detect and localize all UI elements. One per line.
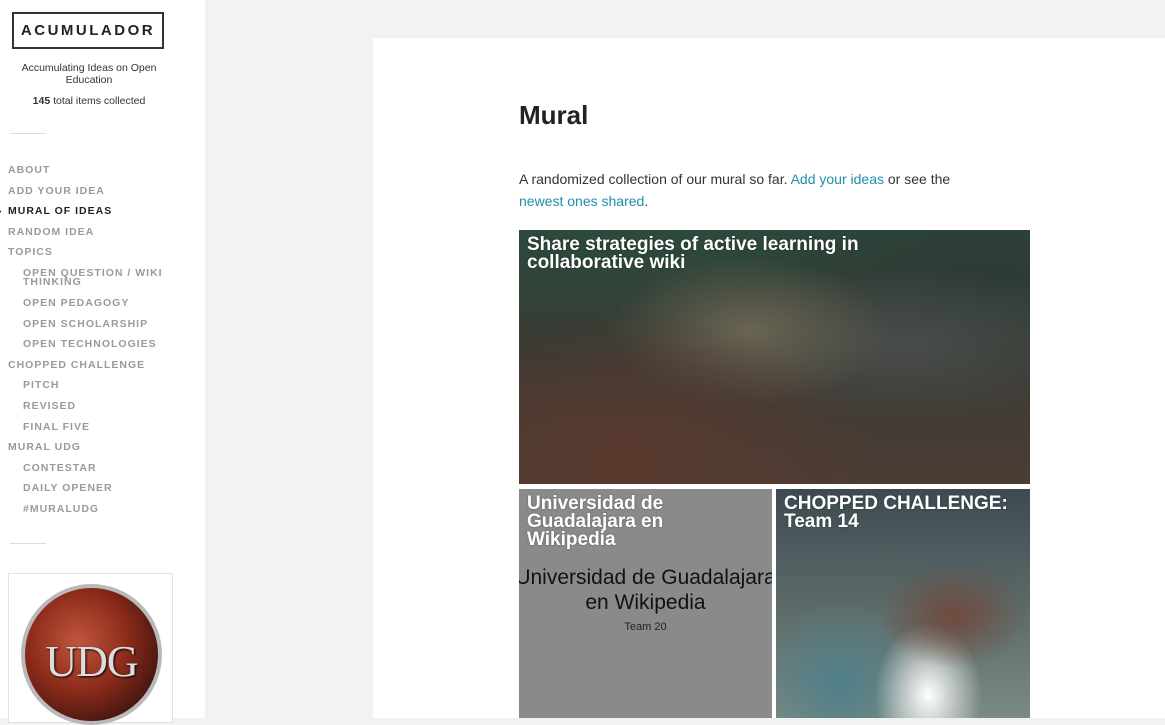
nav-item-muraludg[interactable]: #MURALUDG: [0, 502, 163, 523]
nav-item-pitch[interactable]: PITCH: [0, 378, 163, 399]
nav-item-open-pedagogy[interactable]: OPEN PEDAGOGY: [0, 296, 163, 317]
intro-text-part: or see the: [884, 171, 951, 187]
nav-item-label: MURAL OF IDEAS: [8, 205, 113, 218]
mural-tile[interactable]: CHOPPED CHALLENGE: Team 14: [776, 489, 1030, 718]
nav-item-chopped-challenge[interactable]: CHOPPED CHALLENGE: [0, 358, 163, 379]
site-description: Accumulating Ideas on Open Education: [21, 62, 157, 86]
nav-item-contestar[interactable]: CONTESTAR: [0, 461, 163, 482]
nav-item-final-five[interactable]: FINAL FIVE: [0, 420, 163, 441]
tile-inner-title: Universidad de Guadalajara en Wikipedia: [519, 565, 772, 615]
mural-tile[interactable]: Universidad de Guadalajara en Wikipedia …: [519, 489, 772, 718]
nav-item-open-scholarship[interactable]: OPEN SCHOLARSHIP: [0, 317, 163, 338]
nav-item-mural-of-ideas[interactable]: › MURAL OF IDEAS: [0, 204, 163, 225]
tile-inner-title-text: Universidad de Guadalajara en Wikipedia: [519, 566, 772, 614]
nav-item-daily-opener[interactable]: DAILY OPENER: [0, 481, 163, 502]
nav-item-about[interactable]: ABOUT: [0, 163, 163, 184]
tile-title: Universidad de Guadalajara en Wikipedia: [527, 493, 664, 550]
nav-item-random-idea[interactable]: RANDOM IDEA: [0, 225, 163, 246]
active-marker-icon: ›: [0, 204, 3, 219]
udg-logo-image: UDG: [21, 584, 162, 725]
intro-text-part: .: [644, 193, 649, 209]
add-your-ideas-link[interactable]: Add your ideas: [791, 171, 884, 187]
sidebar: ACUMULADOR Accumulating Ideas on Open Ed…: [0, 0, 205, 725]
udg-logo-text: UDG: [45, 637, 138, 686]
tile-title: Share strategies of active learning in c…: [527, 234, 859, 273]
items-count-number: 145: [32, 95, 51, 107]
newest-ones-shared-link[interactable]: newest ones shared: [519, 193, 644, 209]
nav-item-open-question[interactable]: OPEN QUESTION / WIKI THINKING: [0, 266, 163, 296]
nav-item-topics[interactable]: TOPICS: [0, 245, 163, 266]
page-title: Mural: [519, 100, 589, 130]
intro-text: A randomized collection of our mural so …: [519, 168, 1029, 212]
udg-logo-widget[interactable]: UDG: [8, 573, 173, 725]
nav-item-mural-udg[interactable]: MURAL UDG: [0, 440, 163, 461]
intro-text-part: A randomized collection of our mural so …: [519, 171, 791, 187]
mural-tile[interactable]: Share strategies of active learning in c…: [519, 230, 1030, 484]
divider: [10, 133, 46, 134]
nav-item-add-your-idea[interactable]: ADD YOUR IDEA: [0, 184, 163, 205]
items-count: 145 total items collected: [14, 95, 164, 107]
tile-title: CHOPPED CHALLENGE: Team 14: [784, 493, 1008, 532]
tile-inner-team: Team 20: [624, 621, 667, 633]
sidebar-nav: ABOUT ADD YOUR IDEA › MURAL OF IDEAS RAND…: [0, 163, 163, 523]
nav-item-label: OPEN QUESTION / WIKI THINKING: [23, 266, 163, 288]
divider: [10, 543, 46, 544]
main-content: Mural A randomized collection of our mur…: [373, 38, 1165, 718]
items-count-label: total items collected: [50, 95, 146, 107]
site-title-logo[interactable]: ACUMULADOR: [12, 12, 164, 49]
nav-item-revised[interactable]: REVISED: [0, 399, 163, 420]
nav-item-open-technologies[interactable]: OPEN TECHNOLOGIES: [0, 337, 163, 358]
